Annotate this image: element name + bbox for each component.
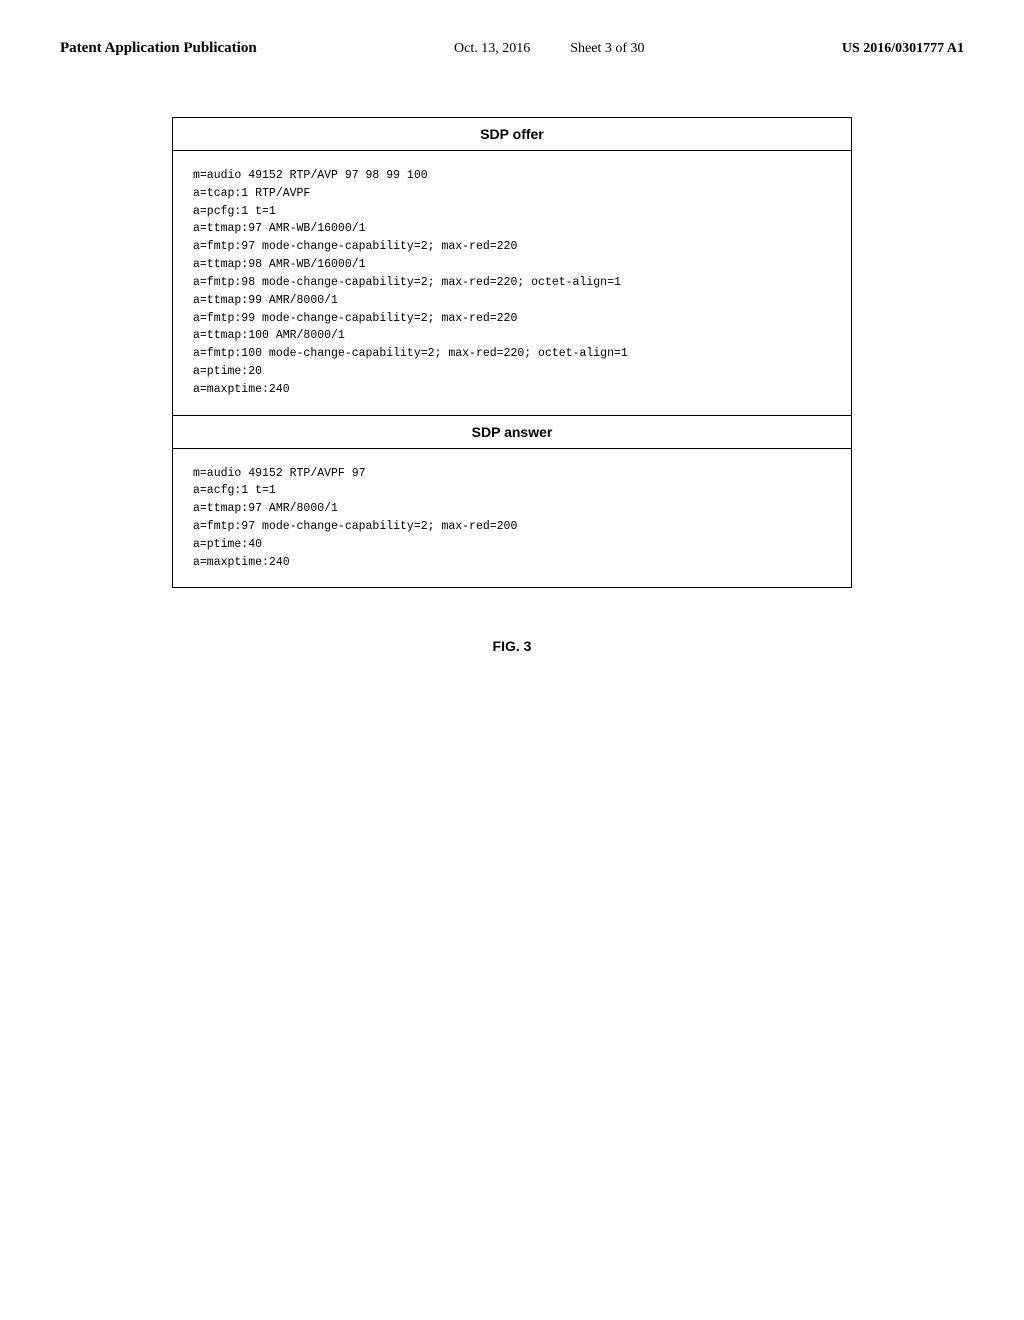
publication-date: Oct. 13, 2016: [454, 41, 530, 57]
publication-label: Patent Application Publication: [60, 40, 257, 57]
page-header: Patent Application Publication Oct. 13, …: [0, 0, 1024, 77]
sdp-answer-body: m=audio 49152 RTP/AVPF 97 a=acfg:1 t=1 a…: [173, 449, 851, 588]
sdp-offer-header: SDP offer: [173, 118, 851, 151]
header-center: Oct. 13, 2016 Sheet 3 of 30: [454, 41, 644, 57]
diagram-container: SDP offer m=audio 49152 RTP/AVP 97 98 99…: [172, 117, 852, 588]
sheet-info: Sheet 3 of 30: [570, 41, 644, 57]
sdp-offer-body: m=audio 49152 RTP/AVP 97 98 99 100 a=tca…: [173, 151, 851, 415]
figure-label: FIG. 3: [0, 638, 1024, 654]
patent-number: US 2016/0301777 A1: [842, 41, 964, 57]
sdp-answer-header: SDP answer: [173, 415, 851, 449]
main-content: SDP offer m=audio 49152 RTP/AVP 97 98 99…: [0, 77, 1024, 608]
